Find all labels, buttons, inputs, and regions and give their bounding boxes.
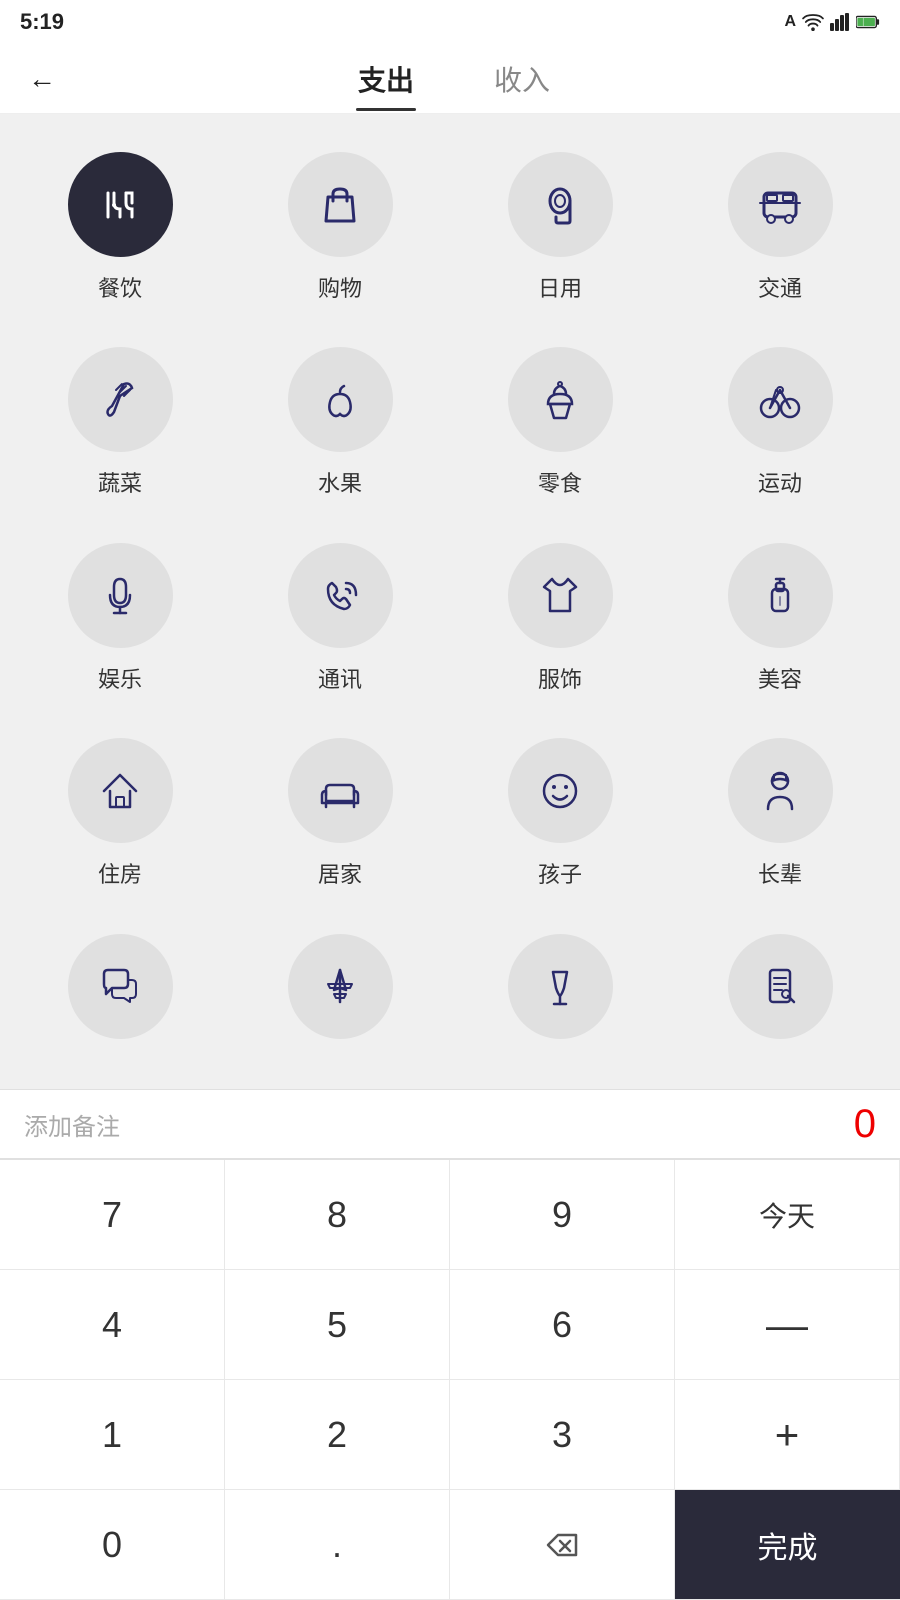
category-grid: 餐饮 购物 日用 [0,114,900,1089]
fruit-label: 水果 [318,466,362,498]
daily-label: 日用 [538,271,582,303]
dining-icon-circle [68,152,173,257]
entertainment-icon-circle [68,543,173,648]
category-elder[interactable]: 长辈 [670,720,890,915]
travel-icon-circle [288,934,393,1039]
entertainment-label: 娱乐 [98,662,142,694]
category-sports[interactable]: 运动 [670,329,890,524]
key-plus[interactable]: + [675,1380,900,1490]
category-shopping[interactable]: 购物 [230,134,450,329]
category-vegetables[interactable]: 蔬菜 [10,329,230,524]
category-social[interactable] [10,916,230,1079]
key-minus[interactable]: — [675,1270,900,1380]
category-other[interactable] [670,916,890,1079]
fruit-icon-circle [288,347,393,452]
battery-icon [856,14,880,30]
shopping-icon-circle [288,152,393,257]
snacks-label: 零食 [538,466,582,498]
tab-expense[interactable]: 支出 [348,51,424,107]
key-0[interactable]: 0 [0,1490,225,1600]
communication-label: 通讯 [318,662,362,694]
category-housing[interactable]: 住房 [10,720,230,915]
key-confirm[interactable]: 完成 [675,1490,900,1600]
children-icon-circle [508,738,613,843]
note-placeholder[interactable]: 添加备注 [24,1107,854,1142]
wifi-icon [802,13,824,31]
numpad: 7 8 9 今天 4 5 6 — 1 2 3 + 0 . 完成 [0,1159,900,1600]
vegetables-icon-circle [68,347,173,452]
communication-icon-circle [288,543,393,648]
tabs: 支出 收入 [74,51,834,107]
dining-label: 餐饮 [98,271,142,303]
other-icon-circle [728,934,833,1039]
sports-label: 运动 [758,466,802,498]
sports-icon-circle [728,347,833,452]
status-bar: 5:19 A [0,0,900,44]
key-4[interactable]: 4 [0,1270,225,1380]
drink-icon-circle [508,934,613,1039]
daily-icon-circle [508,152,613,257]
elder-icon-circle [728,738,833,843]
tab-income[interactable]: 收入 [484,51,560,107]
category-clothing[interactable]: 服饰 [450,525,670,720]
home-label: 居家 [318,857,362,889]
category-snacks[interactable]: 零食 [450,329,670,524]
clothing-icon-circle [508,543,613,648]
key-6[interactable]: 6 [450,1270,675,1380]
home-icon-circle [288,738,393,843]
status-icons: A [784,13,880,31]
transport-label: 交通 [758,271,802,303]
housing-label: 住房 [98,857,142,889]
amount-display: 0 [854,1102,876,1147]
key-9[interactable]: 9 [450,1160,675,1270]
back-button[interactable]: ← [20,55,64,103]
status-time: 5:19 [20,9,64,35]
header: ← 支出 收入 [0,44,900,114]
clothing-label: 服饰 [538,662,582,694]
key-2[interactable]: 2 [225,1380,450,1490]
key-today[interactable]: 今天 [675,1160,900,1270]
beauty-icon-circle [728,543,833,648]
a-icon: A [784,13,796,31]
category-travel[interactable] [230,916,450,1079]
category-home[interactable]: 居家 [230,720,450,915]
key-backspace[interactable] [450,1490,675,1600]
social-icon-circle [68,934,173,1039]
snacks-icon-circle [508,347,613,452]
elder-label: 长辈 [758,857,802,889]
key-8[interactable]: 8 [225,1160,450,1270]
category-beauty[interactable]: 美容 [670,525,890,720]
key-1[interactable]: 1 [0,1380,225,1490]
transport-icon-circle [728,152,833,257]
category-drink[interactable] [450,916,670,1079]
note-row[interactable]: 添加备注 0 [0,1089,900,1159]
category-children[interactable]: 孩子 [450,720,670,915]
children-label: 孩子 [538,857,582,889]
category-daily[interactable]: 日用 [450,134,670,329]
category-entertainment[interactable]: 娱乐 [10,525,230,720]
shopping-label: 购物 [318,271,362,303]
beauty-label: 美容 [758,662,802,694]
category-communication[interactable]: 通讯 [230,525,450,720]
key-5[interactable]: 5 [225,1270,450,1380]
signal-icon [830,13,850,31]
key-3[interactable]: 3 [450,1380,675,1490]
key-7[interactable]: 7 [0,1160,225,1270]
vegetables-label: 蔬菜 [98,466,142,498]
key-dot[interactable]: . [225,1490,450,1600]
category-transport[interactable]: 交通 [670,134,890,329]
category-dining[interactable]: 餐饮 [10,134,230,329]
housing-icon-circle [68,738,173,843]
category-fruit[interactable]: 水果 [230,329,450,524]
